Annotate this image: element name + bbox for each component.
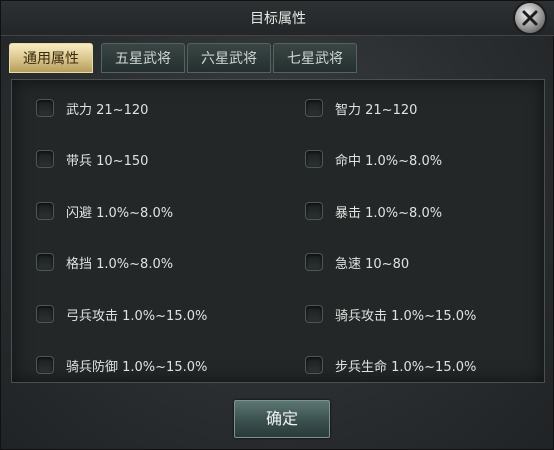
option-cavalry-attack[interactable]: 骑兵攻击 1.0%~15.0% bbox=[305, 303, 476, 325]
target-attributes-dialog: 目标属性 通用属性 五星武将 六星武将 七星武将 武力 21~120 智力 21… bbox=[0, 0, 554, 450]
checkbox[interactable] bbox=[36, 202, 54, 220]
tab-general-attributes[interactable]: 通用属性 bbox=[9, 43, 93, 73]
checkbox[interactable] bbox=[36, 253, 54, 271]
option-dodge[interactable]: 闪避 1.0%~8.0% bbox=[36, 200, 173, 222]
option-label: 骑兵防御 1.0%~15.0% bbox=[66, 359, 208, 375]
option-label: 格挡 1.0%~8.0% bbox=[66, 256, 174, 272]
checkbox[interactable] bbox=[36, 356, 54, 374]
checkbox[interactable] bbox=[36, 150, 54, 168]
option-label: 骑兵攻击 1.0%~15.0% bbox=[335, 308, 477, 324]
option-infantry-life[interactable]: 步兵生命 1.0%~15.0% bbox=[305, 354, 476, 376]
checkbox[interactable] bbox=[305, 99, 323, 117]
option-block[interactable]: 格挡 1.0%~8.0% bbox=[36, 251, 173, 273]
dialog-title: 目标属性 bbox=[250, 11, 306, 27]
option-cavalry-defense[interactable]: 骑兵防御 1.0%~15.0% bbox=[36, 354, 207, 376]
checkbox[interactable] bbox=[36, 305, 54, 323]
dialog-titlebar: 目标属性 bbox=[1, 1, 554, 36]
option-label: 武力 21~120 bbox=[66, 102, 149, 118]
checkbox[interactable] bbox=[305, 356, 323, 374]
checkbox[interactable] bbox=[36, 99, 54, 117]
option-hit[interactable]: 命中 1.0%~8.0% bbox=[305, 148, 442, 170]
option-label: 闪避 1.0%~8.0% bbox=[66, 205, 174, 221]
option-label: 命中 1.0%~8.0% bbox=[335, 153, 443, 169]
option-label: 急速 10~80 bbox=[335, 256, 410, 272]
attribute-options-panel: 武力 21~120 智力 21~120 带兵 10~150 命中 1.0%~8.… bbox=[11, 79, 545, 383]
option-label: 智力 21~120 bbox=[335, 102, 418, 118]
option-label: 带兵 10~150 bbox=[66, 153, 149, 169]
checkbox[interactable] bbox=[305, 305, 323, 323]
option-critical[interactable]: 暴击 1.0%~8.0% bbox=[305, 200, 442, 222]
option-haste[interactable]: 急速 10~80 bbox=[305, 251, 409, 273]
tab-five-star-generals[interactable]: 五星武将 bbox=[101, 43, 185, 73]
option-troops[interactable]: 带兵 10~150 bbox=[36, 148, 148, 170]
tab-six-star-generals[interactable]: 六星武将 bbox=[187, 43, 271, 73]
option-label: 弓兵攻击 1.0%~15.0% bbox=[66, 308, 208, 324]
checkbox[interactable] bbox=[305, 150, 323, 168]
close-icon bbox=[522, 10, 538, 26]
checkbox[interactable] bbox=[305, 202, 323, 220]
option-force[interactable]: 武力 21~120 bbox=[36, 97, 148, 119]
option-label: 暴击 1.0%~8.0% bbox=[335, 205, 443, 221]
close-button[interactable] bbox=[515, 3, 545, 33]
checkbox[interactable] bbox=[305, 253, 323, 271]
option-label: 步兵生命 1.0%~15.0% bbox=[335, 359, 477, 375]
tab-seven-star-generals[interactable]: 七星武将 bbox=[273, 43, 357, 73]
option-archer-attack[interactable]: 弓兵攻击 1.0%~15.0% bbox=[36, 303, 207, 325]
option-intelligence[interactable]: 智力 21~120 bbox=[305, 97, 417, 119]
confirm-button[interactable]: 确定 bbox=[234, 400, 330, 438]
